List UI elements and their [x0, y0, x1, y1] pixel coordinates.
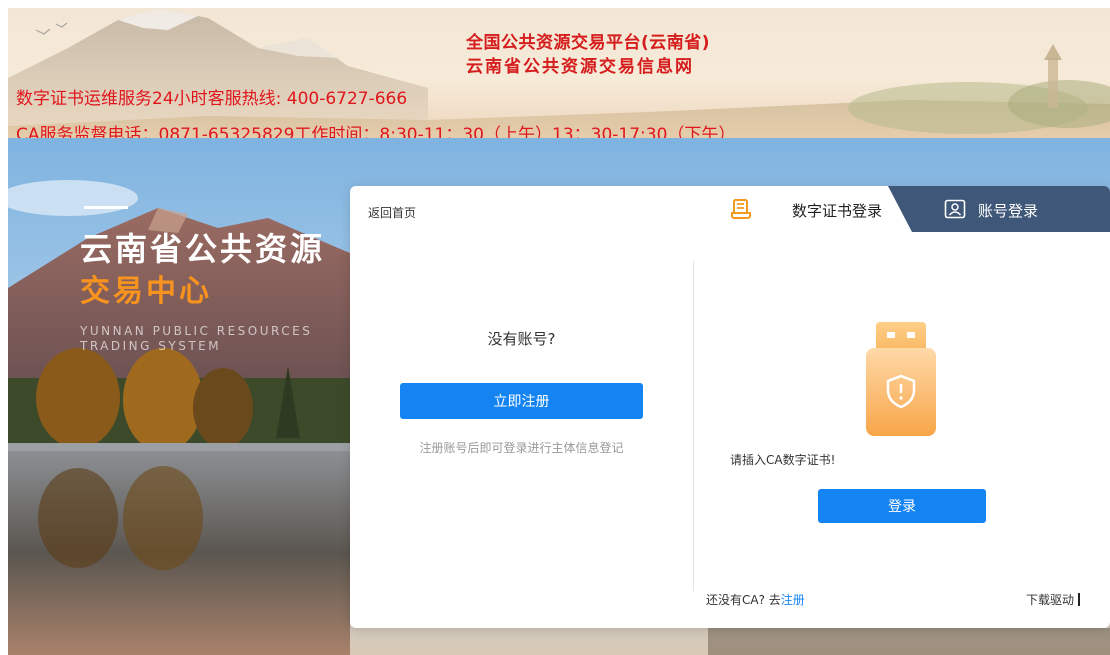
login-card: 返回首页 没有账号? 立即注册 注册账号后即可登录进行主体信息登记 数字证书登录	[350, 186, 1110, 628]
ca-register-link[interactable]: 注册	[781, 593, 805, 607]
tab-account-login[interactable]: 账号登录	[888, 186, 1110, 232]
tab-account-login-label[interactable]: 账号登录	[978, 200, 1038, 221]
brand-accent-line	[84, 206, 128, 209]
site-title: 云南省公共资源交易信息网	[466, 57, 694, 77]
no-account-text: 没有账号?	[487, 330, 556, 348]
tab-cert-login-label[interactable]: 数字证书登录	[792, 200, 882, 221]
download-driver-label[interactable]: 下载驱动	[1026, 593, 1074, 607]
brand-english-line2: TRADING SYSTEM	[80, 339, 222, 353]
page-frame: 全国公共资源交易平台(云南省) 云南省公共资源交易信息网 数字证书运维服务24小…	[8, 8, 1110, 655]
brand-english-line1: YUNNAN PUBLIC RESOURCES	[80, 324, 313, 338]
insert-ca-hint: 请插入CA数字证书!	[730, 453, 836, 467]
register-hint-text: 注册账号后即可登录进行主体信息登记	[419, 441, 624, 455]
no-ca-text: 还没有CA? 去注册	[706, 591, 805, 608]
platform-title: 全国公共资源交易平台(云南省)	[466, 33, 711, 53]
download-driver-link[interactable]: 下载驱动	[1026, 591, 1081, 608]
login-button[interactable]: 登录	[818, 489, 986, 523]
text-cursor	[1078, 593, 1081, 606]
brand-title-line1: 云南省公共资源	[80, 230, 326, 268]
back-home-link[interactable]: 返回首页	[368, 204, 416, 221]
no-ca-prefix: 还没有CA? 去	[706, 593, 781, 607]
site-header: 全国公共资源交易平台(云南省) 云南省公共资源交易信息网 数字证书运维服务24小…	[8, 8, 1110, 138]
register-now-button[interactable]: 立即注册	[400, 383, 643, 419]
panel-divider	[693, 261, 694, 591]
supervise-phone-text: CA服务监督电话：0871-65325829工作时间：8:30-11：30（上午…	[16, 125, 736, 138]
usb-key-shield-icon	[866, 322, 936, 436]
brand-title-line2: 交易中心	[80, 274, 212, 309]
certificate-icon	[731, 199, 751, 219]
user-card-icon	[944, 199, 966, 219]
hotline-text: 数字证书运维服务24小时客服热线: 400-6727-666	[16, 89, 408, 109]
